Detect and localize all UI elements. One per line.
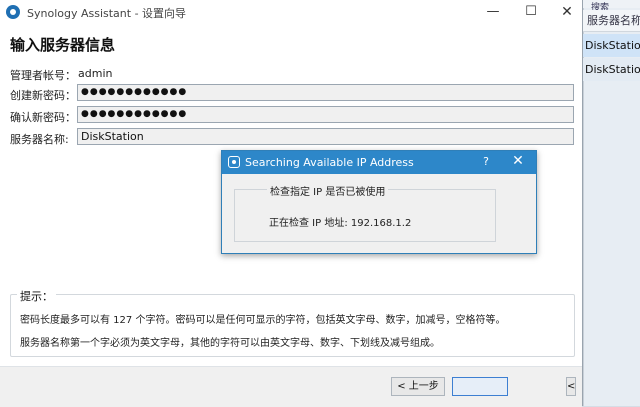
background-list-row[interactable]: DiskStation bbox=[583, 34, 640, 57]
hint-line-password: 密码长度最多可以有 127 个字符。密码可以是任何可显示的字符，包括英文字母、数… bbox=[20, 315, 506, 326]
title-bar[interactable]: Synology Assistant - 设置向导 — ☐ ✕ bbox=[0, 0, 582, 24]
next-button[interactable] bbox=[452, 377, 508, 396]
synology-app-icon bbox=[228, 156, 240, 168]
ip-check-status: 正在检查 IP 地址: 192.168.1.2 bbox=[269, 218, 412, 229]
window-title: Synology Assistant - 设置向导 bbox=[27, 7, 187, 20]
edge-button[interactable]: < bbox=[566, 377, 576, 396]
hint-line-server-name: 服务器名称第一个字必须为英文字母，其他的字符可以由英文字母、数字、下划线及减号组… bbox=[20, 338, 440, 349]
previous-button[interactable]: < 上一步 bbox=[391, 377, 445, 396]
help-button[interactable]: ? bbox=[478, 155, 494, 168]
maximize-button[interactable]: ☐ bbox=[516, 2, 546, 22]
admin-account-value: admin bbox=[78, 67, 113, 80]
popup-title: Searching Available IP Address bbox=[245, 156, 414, 169]
minimize-button[interactable]: — bbox=[478, 2, 508, 22]
popup-close-button[interactable]: ✕ bbox=[510, 153, 526, 169]
admin-account-label: 管理者帐号： bbox=[10, 69, 76, 82]
confirm-password-label: 确认新密码： bbox=[10, 111, 76, 124]
popup-title-bar[interactable]: Searching Available IP Address ? ✕ bbox=[222, 151, 536, 174]
server-name-field[interactable]: DiskStation bbox=[77, 128, 574, 145]
background-column-header[interactable]: 服务器名称 bbox=[583, 10, 640, 32]
hint-title: 提示： bbox=[17, 288, 56, 304]
background-tab-search[interactable]: 搜索 bbox=[583, 0, 640, 13]
searching-ip-dialog: Searching Available IP Address ? ✕ 检查指定 … bbox=[221, 150, 537, 254]
new-password-label: 创建新密码： bbox=[10, 89, 76, 102]
server-name-label: 服务器名称: bbox=[10, 133, 69, 146]
close-button[interactable]: ✕ bbox=[552, 2, 582, 22]
confirm-password-field[interactable]: ●●●●●●●●●●●● bbox=[77, 106, 574, 123]
ip-check-group-title: 检查指定 IP 是否已被使用 bbox=[267, 183, 389, 198]
page-title: 输入服务器信息 bbox=[10, 36, 116, 54]
synology-app-icon bbox=[6, 5, 20, 19]
background-list-row[interactable]: DiskStation bbox=[583, 58, 640, 81]
new-password-field[interactable]: ●●●●●●●●●●●● bbox=[77, 84, 574, 101]
